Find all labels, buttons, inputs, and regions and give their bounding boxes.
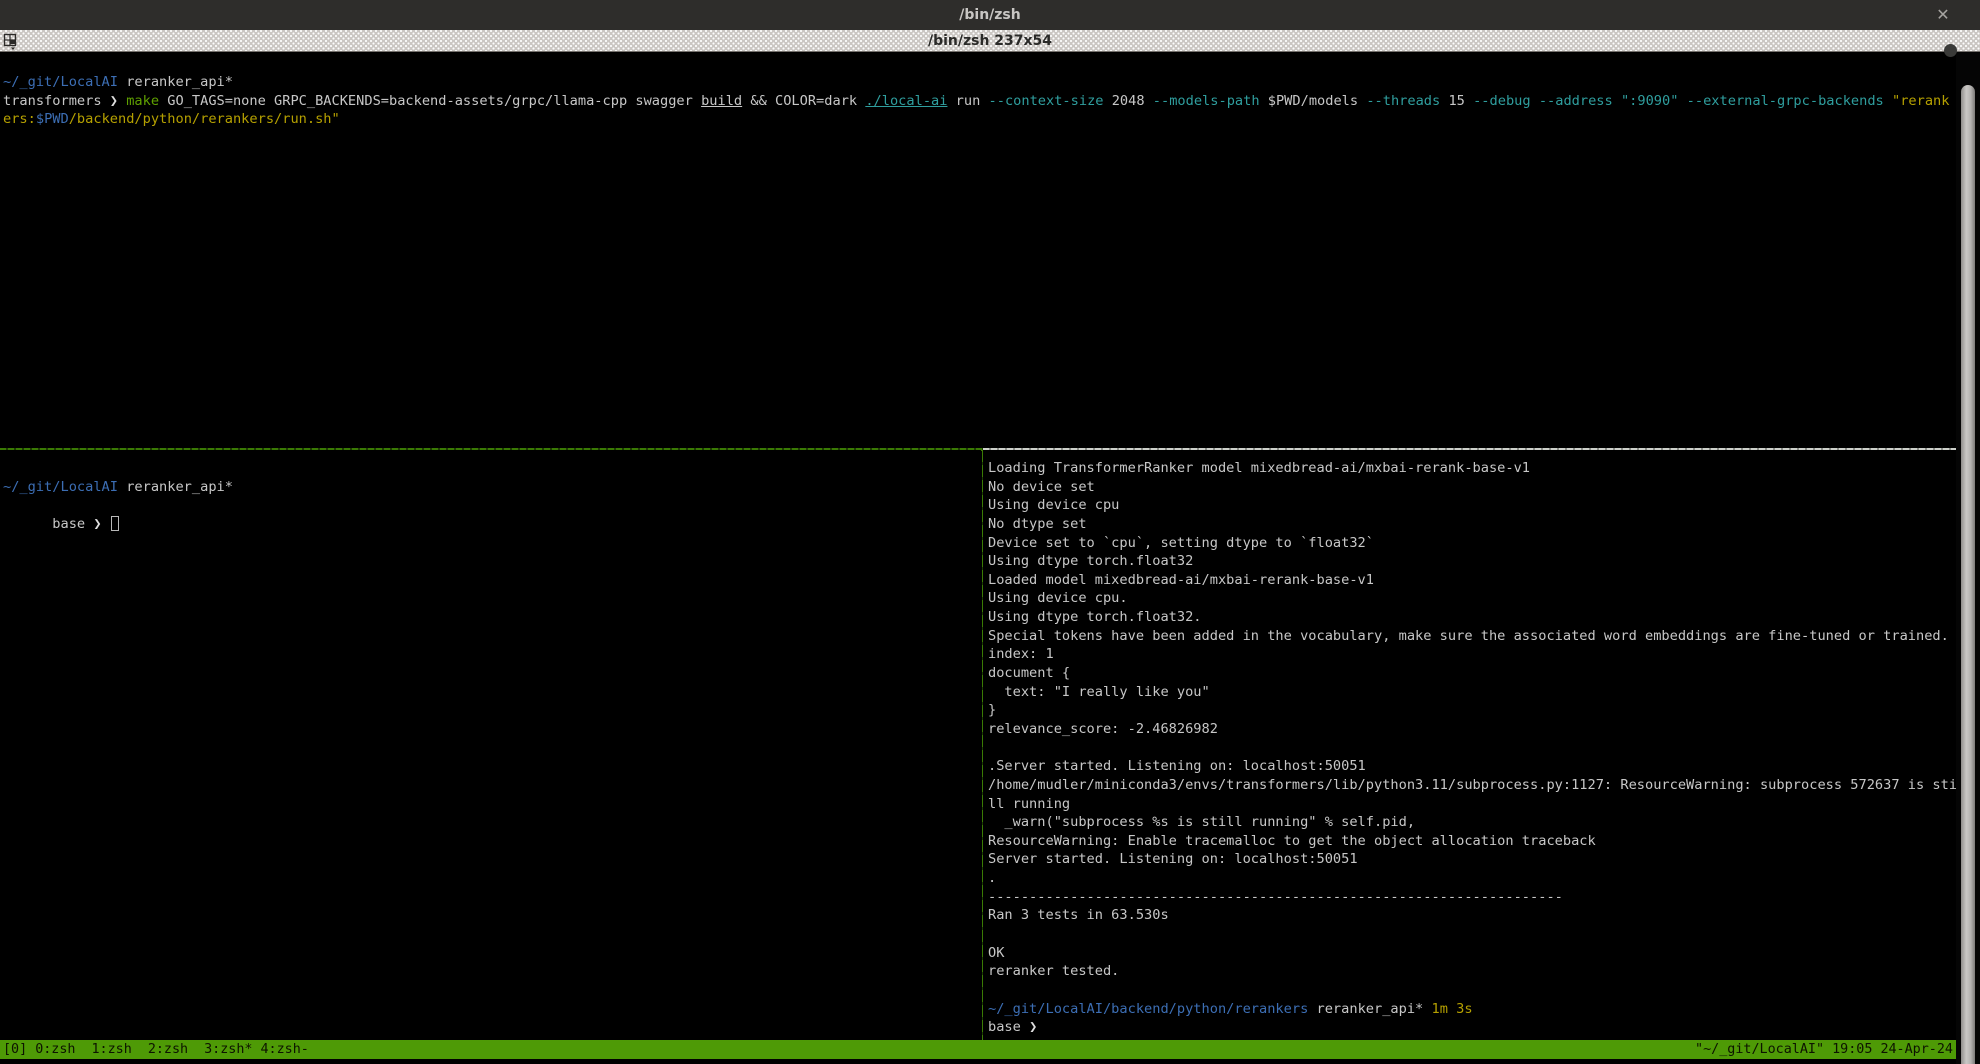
- terminal-line: ~/_git/LocalAI/backend/python/rerankers …: [988, 1000, 1956, 1019]
- pane-bottom-left[interactable]: ~/_git/LocalAI reranker_api* base ❯: [0, 451, 982, 1040]
- terminal-cursor: [111, 516, 119, 531]
- terminal-line: No device set: [988, 478, 1956, 497]
- tmux-window-item-4-last[interactable]: 4:zsh-: [261, 1040, 309, 1059]
- terminal-line: Special tokens have been added in the vo…: [988, 627, 1956, 646]
- pane-layout-icon[interactable]: [3, 33, 21, 51]
- terminal-line: ers:$PWD/backend/python/rerankers/run.sh…: [3, 110, 1956, 129]
- terminal-line: Server started. Listening on: localhost:…: [988, 850, 1956, 869]
- terminal-line: Loaded model mixedbread-ai/mxbai-rerank-…: [988, 571, 1956, 590]
- window-titlebar[interactable]: /bin/zsh ✕: [0, 0, 1980, 30]
- tmux-window-item-0[interactable]: 0:zsh: [35, 1040, 75, 1059]
- terminal-line: ~/_git/LocalAI reranker_api*: [3, 478, 982, 497]
- prompt-text: base ❯: [52, 516, 110, 532]
- terminal-line: Using device cpu: [988, 496, 1956, 515]
- pane-top[interactable]: ~/_git/LocalAI reranker_api*transformers…: [0, 52, 1956, 449]
- terminal-line: ll running: [988, 795, 1956, 814]
- tmux-status-bar: [0] 0:zsh 1:zsh 2:zsh 3:zsh* 4:zsh- "~/_…: [0, 1040, 1956, 1059]
- terminal-line: index: 1: [988, 645, 1956, 664]
- pane-bottom-right[interactable]: Loading TransformerRanker model mixedbre…: [984, 451, 1956, 1040]
- terminal-line: Loading TransformerRanker model mixedbre…: [988, 459, 1956, 478]
- terminal-line: }: [988, 701, 1956, 720]
- tmux-window-list: [0] 0:zsh 1:zsh 2:zsh 3:zsh* 4:zsh-: [3, 1040, 309, 1059]
- tab-bar: /bin/zsh 237x54: [0, 30, 1980, 52]
- terminal-line: ~/_git/LocalAI reranker_api*: [3, 73, 1956, 92]
- terminal-line: text: "I really like you": [988, 683, 1956, 702]
- terminal-line: base ❯: [988, 1018, 1956, 1037]
- terminal-line: ----------------------------------------…: [988, 888, 1956, 907]
- tmux-status-right: "~/_git/LocalAI" 19:05 24-Apr-24: [1695, 1040, 1953, 1059]
- terminal-line: OK: [988, 944, 1956, 963]
- scrollbar-thumb[interactable]: [1961, 85, 1975, 1064]
- pane-divider-horizontal-active[interactable]: [0, 448, 983, 450]
- tmux-window-item-3-current[interactable]: 3:zsh*: [204, 1040, 252, 1059]
- scrollbar-track[interactable]: [1956, 52, 1980, 1064]
- tmux-window-item-1[interactable]: 1:zsh: [92, 1040, 132, 1059]
- window-title: /bin/zsh: [959, 7, 1020, 23]
- terminal-line: Using device cpu.: [988, 589, 1956, 608]
- terminal-line: Using dtype torch.float32.: [988, 608, 1956, 627]
- terminal-line: relevance_score: -2.46826982: [988, 720, 1956, 739]
- pane-divider-horizontal[interactable]: [983, 448, 1956, 450]
- terminal-line: Ran 3 tests in 63.530s: [988, 906, 1956, 925]
- tmux-window-item-2[interactable]: 2:zsh: [148, 1040, 188, 1059]
- scrollbar-top-cap: [1944, 44, 1957, 57]
- terminal-line: ResourceWarning: Enable tracemalloc to g…: [988, 832, 1956, 851]
- terminal-line: .Server started. Listening on: localhost…: [988, 757, 1956, 776]
- terminal-line: .: [988, 869, 1956, 888]
- terminal-line: transformers ❯ make GO_TAGS=none GRPC_BA…: [3, 92, 1956, 111]
- terminal-line: _warn("subprocess %s is still running" %…: [988, 813, 1956, 832]
- terminal-window: /bin/zsh ✕ /bin/zsh 237x54 ~/_git/LocalA…: [0, 0, 1980, 1064]
- terminal-line: Device set to `cpu`, setting dtype to `f…: [988, 534, 1956, 553]
- tab-label: /bin/zsh 237x54: [928, 33, 1052, 49]
- terminal-prompt-line: base ❯: [3, 497, 982, 516]
- terminal-line: [988, 739, 1956, 758]
- close-icon[interactable]: ✕: [1932, 4, 1954, 26]
- terminal-line: [988, 925, 1956, 944]
- terminal-line: /home/mudler/miniconda3/envs/transformer…: [988, 776, 1956, 795]
- tmux-session-badge: [0]: [3, 1040, 27, 1059]
- terminal-line: reranker tested.: [988, 962, 1956, 981]
- terminal-line: No dtype set: [988, 515, 1956, 534]
- terminal-line: Using dtype torch.float32: [988, 552, 1956, 571]
- terminal-line: document {: [988, 664, 1956, 683]
- terminal-line: [988, 981, 1956, 1000]
